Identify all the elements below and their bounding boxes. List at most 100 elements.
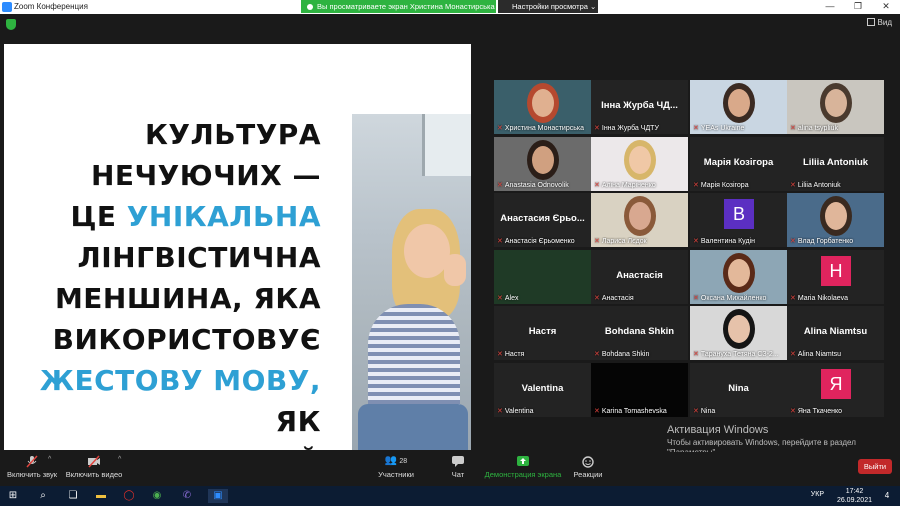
- participant-tile[interactable]: ✕ alina tsypliuk: [787, 80, 884, 134]
- participant-name: Оксана Михайленко: [700, 295, 767, 302]
- participant-tile[interactable]: Bohdana Shkin ✕ Bohdana Shkin: [591, 306, 688, 360]
- participant-name: Nina: [700, 408, 716, 415]
- audio-options-chevron-icon[interactable]: ^: [48, 456, 51, 463]
- participant-caption: ✕ Анастасія: [594, 294, 686, 302]
- mic-muted-icon: ✕: [693, 182, 699, 189]
- mic-muted-icon: ✕: [594, 295, 600, 302]
- clock-date: 26.09.2021: [836, 497, 872, 504]
- participant-tile[interactable]: ✕ Влад Горбатенко: [787, 193, 884, 247]
- participant-tile[interactable]: Liliia Antoniuk ✕ Liliia Antoniuk: [787, 137, 884, 191]
- participant-display-name: Настя: [528, 326, 557, 337]
- participant-tile[interactable]: ✕ Alex: [494, 250, 591, 304]
- minimize-button[interactable]: —: [816, 0, 844, 14]
- participant-tile[interactable]: Анастасия Єрьо... ✕ Анастасія Єрьоменко: [494, 193, 591, 247]
- slide-line: ЯК: [275, 405, 321, 438]
- participant-tile[interactable]: ✕ Оксана Михайленко: [690, 250, 787, 304]
- chat-button[interactable]: Чат: [444, 455, 472, 479]
- participant-name: Влад Горбатенко: [797, 238, 854, 245]
- participant-caption: ✕ alina tsypliuk: [790, 124, 882, 132]
- view-button[interactable]: Вид: [866, 18, 892, 27]
- participant-name: Інна Журба ЧДТУ: [601, 125, 659, 132]
- start-menu-icon[interactable]: ⊞: [6, 489, 20, 503]
- participant-caption: ✕ Nina: [693, 407, 785, 415]
- share-screen-label: Демонстрация экрана: [484, 470, 562, 479]
- participant-tile[interactable]: Valentina ✕ Valentina: [494, 363, 591, 417]
- participant-tile[interactable]: B ✕ Валентина Кудін: [690, 193, 787, 247]
- meeting-top-strip: Вид: [0, 14, 900, 34]
- view-label: Вид: [877, 18, 892, 27]
- view-options-button[interactable]: Настройки просмотра ⌄: [498, 0, 598, 13]
- participants-icon: 👥: [384, 455, 398, 466]
- slide-accent-text: УНІКАЛЬНА: [126, 200, 321, 233]
- opera-icon[interactable]: ◯: [122, 489, 136, 503]
- reactions-label: Реакции: [573, 470, 603, 479]
- participant-display-name: Анастасія: [616, 270, 663, 281]
- participant-tile[interactable]: Марія Козігора ✕ Марія Козігора: [690, 137, 787, 191]
- mic-muted-icon: ✕: [693, 125, 699, 132]
- participant-name: Христина Монастирська: [504, 125, 584, 132]
- participant-avatar: H: [821, 256, 851, 286]
- maximize-button[interactable]: ❐: [844, 0, 872, 14]
- participant-name: Alina Niamtsu: [797, 351, 842, 358]
- participant-caption: ✕ Валентина Кудін: [693, 237, 785, 245]
- mic-muted-icon: ✕: [594, 238, 600, 245]
- participant-name: Alex: [504, 295, 519, 302]
- participant-tile[interactable]: ✕ Тарануха Тетяна СЗ-2...: [690, 306, 787, 360]
- start-video-button[interactable]: Включить видео: [64, 455, 124, 479]
- participant-tile[interactable]: Настя ✕ Настя: [494, 306, 591, 360]
- participant-name: alina tsypliuk: [797, 125, 838, 132]
- reactions-button[interactable]: Реакции: [572, 455, 604, 479]
- app-title: Zoom Конференция: [14, 2, 88, 11]
- mic-muted-icon: ✕: [497, 408, 503, 415]
- unmute-button[interactable]: Включить звук: [4, 455, 60, 479]
- slide-line: ЦЕ: [70, 200, 117, 233]
- participant-tile[interactable]: Я ✕ Яна Ткаченко: [787, 363, 884, 417]
- participant-tile[interactable]: ✕ YEAs Ukraine: [690, 80, 787, 134]
- mic-muted-icon: ✕: [497, 295, 503, 302]
- search-icon[interactable]: ⌕: [36, 489, 50, 503]
- participant-display-name: Інна Журба ЧД...: [601, 100, 678, 111]
- participant-name: YEAs Ukraine: [700, 125, 745, 132]
- mic-muted-icon: ✕: [693, 295, 699, 302]
- task-view-icon[interactable]: ❏: [66, 489, 80, 503]
- participant-tile[interactable]: ✕ Лариса Лєдок: [591, 193, 688, 247]
- chrome-icon[interactable]: ◉: [150, 489, 164, 503]
- participant-name: Maria Nikolaeva: [797, 295, 849, 302]
- participant-caption: ✕ Maria Nikolaeva: [790, 294, 882, 302]
- participants-button[interactable]: 👥 28 Участники: [376, 455, 416, 479]
- chevron-down-icon: ⌄: [590, 2, 597, 11]
- share-indicator-icon: [307, 4, 313, 10]
- mic-muted-icon: ✕: [790, 182, 796, 189]
- zoom-taskbar-icon[interactable]: ▣: [208, 489, 228, 503]
- viber-icon[interactable]: ✆: [180, 489, 194, 503]
- slide-line: МЕНШИНА, ЯКА: [54, 282, 321, 315]
- leave-meeting-button[interactable]: Выйти: [858, 459, 892, 474]
- mic-muted-icon: ✕: [594, 125, 600, 132]
- mic-muted-icon: ✕: [790, 238, 796, 245]
- video-options-chevron-icon[interactable]: ^: [118, 456, 121, 463]
- view-options-label: Настройки просмотра: [512, 2, 588, 11]
- system-clock[interactable]: 17:42 26.09.2021: [837, 487, 872, 505]
- participant-name: Яна Ткаченко: [797, 408, 842, 415]
- participant-display-name: Анастасия Єрьо...: [500, 213, 585, 224]
- participant-tile[interactable]: ✕ Anastasia Odnovolik: [494, 137, 591, 191]
- file-explorer-icon[interactable]: ▬: [94, 489, 108, 503]
- participant-tile[interactable]: ✕ Христина Монастирська: [494, 80, 591, 134]
- participant-avatar: B: [724, 199, 754, 229]
- participant-tile[interactable]: Nina ✕ Nina: [690, 363, 787, 417]
- slide-line: ВИКОРИСТОВУЄ: [52, 323, 321, 356]
- share-screen-button[interactable]: Демонстрация экрана: [484, 455, 562, 479]
- close-button[interactable]: ✕: [872, 0, 900, 14]
- participant-tile[interactable]: Анастасія ✕ Анастасія: [591, 250, 688, 304]
- participant-tile[interactable]: ✕ Karina Tomashevska: [591, 363, 688, 417]
- participant-tile[interactable]: ✕ Аліна Маріненко: [591, 137, 688, 191]
- participant-caption: ✕ Інна Журба ЧДТУ: [594, 124, 686, 132]
- participant-tile[interactable]: H ✕ Maria Nikolaeva: [787, 250, 884, 304]
- participant-tile[interactable]: Alina Niamtsu ✕ Alina Niamtsu: [787, 306, 884, 360]
- participant-name: Liliia Antoniuk: [797, 182, 841, 189]
- participant-name: Анастасія Єрьоменко: [504, 238, 575, 245]
- notification-center-icon[interactable]: 4: [880, 489, 894, 503]
- participant-tile[interactable]: Інна Журба ЧД... ✕ Інна Журба ЧДТУ: [591, 80, 688, 134]
- security-shield-icon[interactable]: [6, 19, 16, 30]
- input-language[interactable]: УКР: [811, 491, 824, 498]
